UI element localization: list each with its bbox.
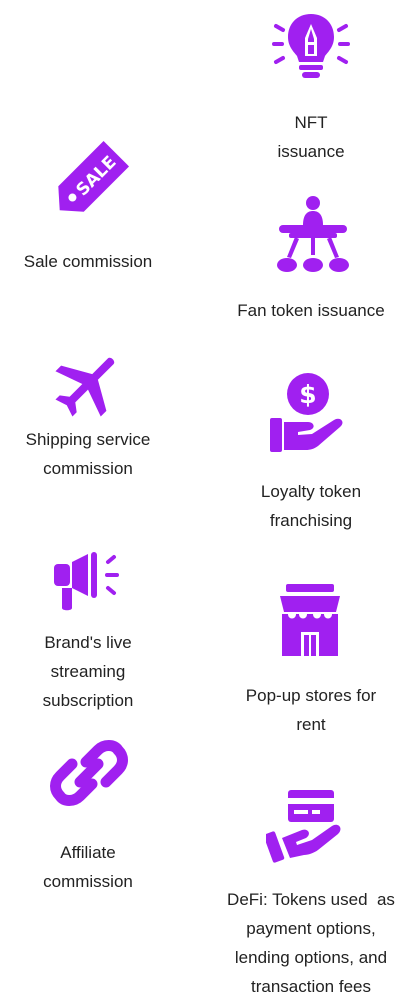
- coin-hand-icon: $: [270, 373, 343, 452]
- hub-network-icon: [277, 196, 349, 272]
- item-label: Loyalty token franchising: [260, 482, 362, 530]
- sale-tag-icon: SALE: [58, 140, 130, 212]
- item-label: Pop-up stores for rent: [245, 686, 377, 734]
- item-label: Brand's live streaming subscription: [42, 633, 134, 710]
- storefront-icon: [280, 584, 340, 656]
- item-label: Fan token issuance: [237, 301, 385, 320]
- megaphone-icon: [54, 552, 119, 611]
- item-label: DeFi: Tokens used as payment options, le…: [227, 890, 395, 996]
- item-label: Sale commission: [23, 252, 153, 271]
- item-label: Affiliate commission: [43, 843, 133, 891]
- item-label: Shipping service commission: [25, 430, 151, 478]
- svg-text:$: $: [299, 380, 316, 409]
- airplane-icon: [55, 357, 115, 417]
- card-hand-icon: [266, 790, 341, 863]
- lightbulb-pen-icon: [272, 14, 350, 78]
- chain-link-icon: [50, 740, 128, 806]
- item-label: NFT issuance: [277, 113, 345, 161]
